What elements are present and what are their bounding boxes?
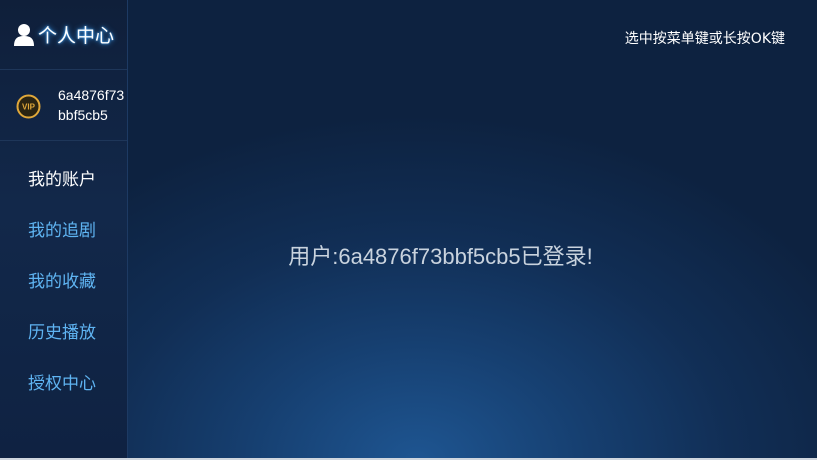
vip-badge-text: VIP [22,103,36,112]
account-info: VIP 6a4876f73bbf5cb5 [0,71,127,141]
screen: 个人中心 VIP 6a4876f73bbf5cb5 我的账户 我的追剧 我的收藏… [0,0,817,460]
menu-item-history[interactable]: 历史播放 [0,308,127,359]
menu-item-authorization[interactable]: 授权中心 [0,359,127,410]
sidebar: 个人中心 VIP 6a4876f73bbf5cb5 我的账户 我的追剧 我的收藏… [0,0,128,460]
sidebar-menu: 我的账户 我的追剧 我的收藏 历史播放 授权中心 [0,155,127,410]
login-status-message: 用户:6a4876f73bbf5cb5已登录! [288,244,593,269]
main-panel: 选中按菜单键或长按OK键 用户:6a4876f73bbf5cb5已登录! [128,0,817,460]
menu-item-my-account[interactable]: 我的账户 [0,155,127,206]
user-icon [14,23,34,46]
sidebar-title: 个人中心 [38,25,115,47]
account-user-id: 6a4876f73bbf5cb5 [58,87,125,123]
vip-badge-icon: VIP [16,94,41,119]
menu-key-hint: 选中按菜单键或长按OK键 [624,31,785,47]
sidebar-header: 个人中心 [0,0,127,70]
